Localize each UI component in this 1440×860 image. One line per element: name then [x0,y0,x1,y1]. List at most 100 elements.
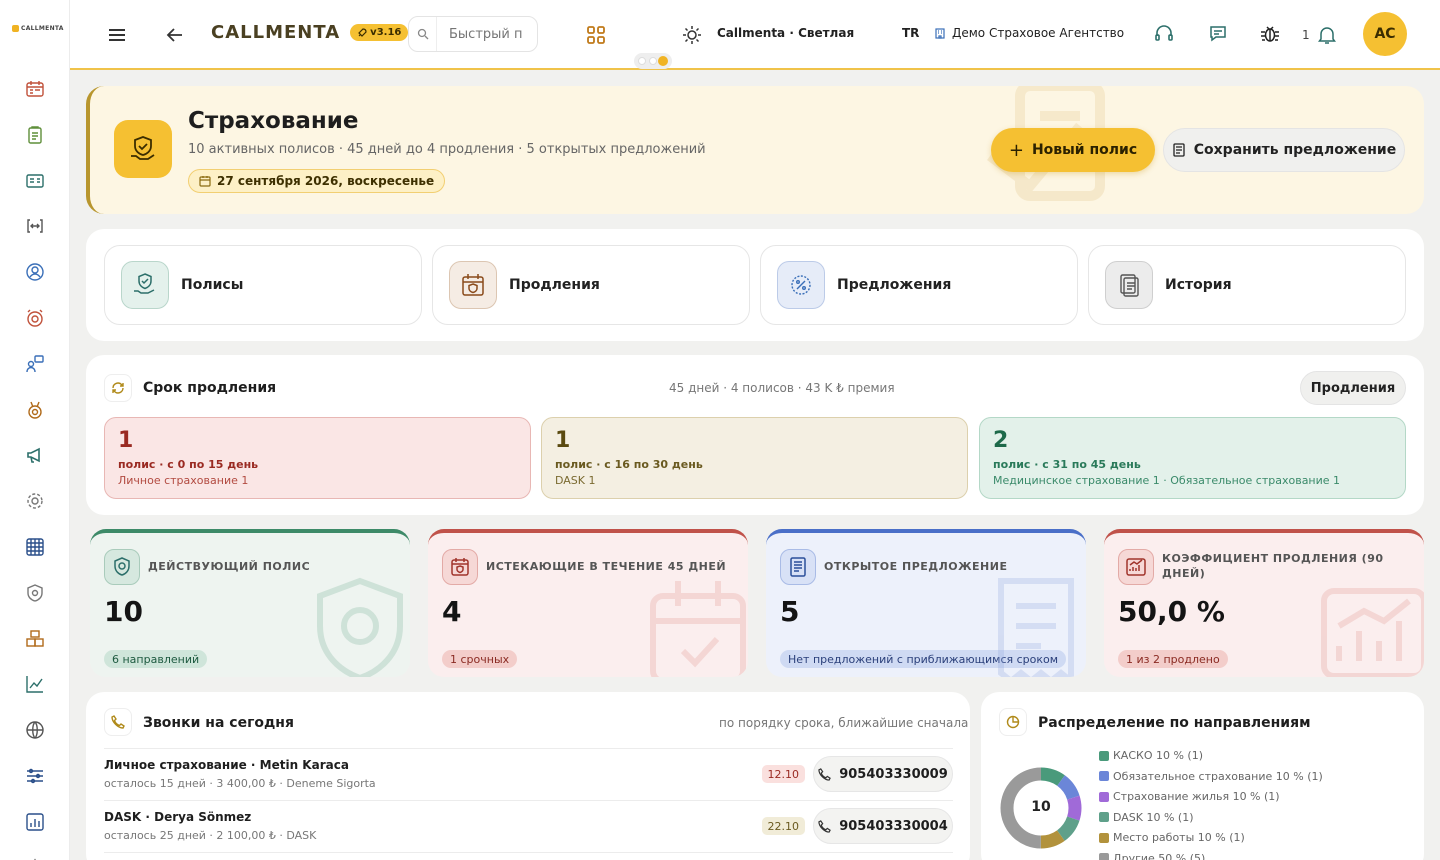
kpi-active-policies[interactable]: ДЕЙСТВУЮЩИЙ ПОЛИС 10 6 направлений [90,529,410,677]
legend-item[interactable]: Обязательное страхование 10 % (1) [1099,770,1323,783]
sidebar-item-id[interactable] [22,168,48,194]
rocket-icon [358,27,367,37]
renewals-button[interactable]: Продления [1300,371,1406,405]
messages-button[interactable] [1208,24,1228,44]
document-icon [1173,143,1185,157]
legend-label: Обязательное страхование 10 % (1) [1113,769,1323,783]
notifications-button[interactable] [1318,25,1336,45]
headset-icon [1155,25,1173,41]
hamburger-icon [109,29,125,41]
sun-icon[interactable] [682,25,702,45]
renewal-bucket[interactable]: 2 полис · с 31 по 45 день Медицинское ст… [979,417,1406,499]
gear-icon [26,493,43,509]
shield-icon [26,584,43,602]
search-input[interactable] [437,18,537,50]
code-brackets-icon [26,219,43,234]
sidebar-item-filters[interactable] [22,763,48,789]
chart-up-icon [1118,549,1154,585]
search-icon[interactable] [409,17,437,51]
call-button[interactable]: 905403330009 [813,756,953,792]
agency-name: Демо Страховое Агентство [952,26,1125,40]
apps-button[interactable] [586,25,606,45]
save-offer-button[interactable]: Сохранить предложение [1163,128,1405,172]
sidebar-item-code[interactable] [22,213,48,239]
table-row[interactable]: Личное страхование · Metin Karaca остало… [104,748,953,800]
page-header: Страхование 10 активных полисов · 45 дне… [86,86,1424,214]
quick-link-history[interactable]: История [1088,245,1406,325]
renewal-bucket[interactable]: 1 полис · с 16 по 30 день DASK 1 [541,417,968,499]
calls-title: Звонки на сегодня [143,715,294,731]
sidebar-item-reports[interactable] [22,809,48,835]
support-button[interactable] [1154,24,1174,44]
theme-label[interactable]: Callmenta · Светлая [717,26,854,40]
new-policy-button[interactable]: + Новый полис [991,128,1155,172]
apps-grid-icon [587,26,605,44]
legend-item[interactable]: КАСКО 10 % (1) [1099,749,1203,762]
kpi-expiring[interactable]: ИСТЕКАЮЩИЕ В ТЕЧЕНИЕ 45 ДНЕЙ 4 1 срочных [428,529,748,677]
bell-icon [1318,27,1336,44]
legend-swatch [1099,812,1109,822]
date-badge: 27 сентября 2026, воскресенье [188,169,446,193]
legend-item[interactable]: Другие 50 % (5) [1099,852,1205,860]
logo[interactable]: CALLMENTA [0,0,69,56]
agency-selector[interactable]: Демо Страховое Агентство [934,26,1124,40]
legend-label: КАСКО 10 % (1) [1113,749,1204,762]
renewal-bucket[interactable]: 1 полис · с 0 по 15 день Личное страхова… [104,417,531,499]
calls-sort-label: по порядку срока, ближайшие сначала [719,716,969,730]
sidebar-item-grid[interactable] [22,534,48,560]
sidebar-item-medal[interactable] [22,397,48,423]
kpi-open-offers[interactable]: ОТКРЫТОЕ ПРЕДЛОЖЕНИЕ 5 Нет предложений с… [766,529,1086,677]
table-row[interactable]: DASK · Derya Sönmez осталось 25 дней · 2… [104,800,953,852]
debug-button[interactable] [1260,24,1280,44]
document-history-icon [1105,261,1153,309]
phone-icon [818,767,832,781]
user-circle-icon [25,263,44,281]
language-switch[interactable]: TR [902,26,919,40]
legend-swatch [1099,750,1109,761]
id-card-icon [25,173,44,188]
back-button[interactable] [166,25,184,45]
calendar-shield-icon [442,549,478,585]
sidebar-item-alerts[interactable] [22,855,48,860]
megaphone-icon [26,448,40,464]
globe-icon [25,721,44,739]
sidebar-item-clipboard[interactable] [22,122,48,148]
quick-search [408,16,538,52]
policy-hand-icon [121,261,169,309]
due-date-badge: 22.10 [761,817,805,835]
renewal-summary: 45 дней · 4 полисов · 43 K ₺ премия [669,381,895,395]
quick-link-policies[interactable]: Полисы [104,245,422,325]
page-title: Страхование [188,108,359,134]
sidebar-item-alarm[interactable] [22,305,48,331]
sidebar-item-calendar[interactable] [22,76,48,102]
legend-item[interactable]: Место работы 10 % (1) [1099,831,1245,844]
call-button[interactable]: 905403330004 [813,808,953,844]
quick-link-renewals[interactable]: Продления [432,245,750,325]
sidebar-item-users[interactable] [22,259,48,285]
brand-name[interactable]: CALLMENTA [211,22,340,43]
menu-button[interactable] [107,25,127,45]
sidebar-item-shield[interactable] [22,580,48,606]
kpi-renewal-rate[interactable]: КОЭФФИЦИЕНТ ПРОДЛЕНИЯ (90 ДНЕЙ) 50,0 % 1… [1104,529,1424,677]
sidebar-item-campaigns[interactable] [22,442,48,468]
receipt-watermark-icon [998,578,1074,677]
sidebar-item-settings[interactable] [22,488,48,514]
legend-label: Страхование жилья 10 % (1) [1113,790,1280,803]
due-date-badge: 12.10 [761,765,805,783]
sidebar-item-inventory[interactable] [22,626,48,652]
sidebar-item-analytics[interactable] [22,671,48,697]
legend-item[interactable]: DASK 10 % (1) [1099,811,1194,824]
boxes-icon [25,629,44,647]
theme-toggle[interactable] [634,53,672,69]
discount-badge-icon [777,261,825,309]
avatar[interactable]: AC [1363,12,1407,56]
alarm-icon [26,309,43,327]
sidebar-item-global[interactable] [22,717,48,743]
sidebar-item-chat[interactable] [22,351,48,377]
legend-item[interactable]: Страхование жилья 10 % (1) [1099,790,1280,803]
logo-mark-icon [12,24,19,32]
topbar: CALLMENTA v3.16 Callmenta · Светлая TR Д… [70,0,1440,70]
quick-link-offers[interactable]: Предложения [760,245,1078,325]
phone-icon [104,708,132,736]
grid-icon [25,538,44,556]
